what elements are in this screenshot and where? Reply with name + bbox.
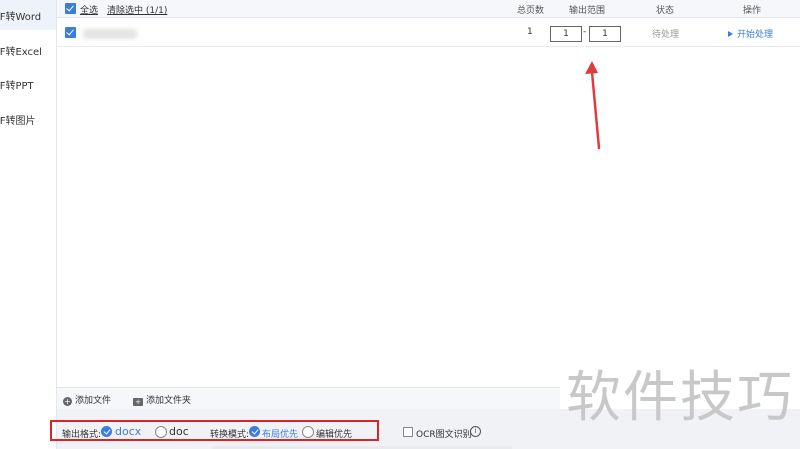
plus-circle-icon: +: [63, 397, 72, 406]
add-folder-button[interactable]: + 添加文件夹: [133, 393, 191, 406]
table-row[interactable]: 1 1 - 1 待处理 开始处理: [57, 18, 800, 47]
row-checkbox[interactable]: [65, 27, 76, 38]
file-list-header: 全选 清除选中 (1/1) 总页数 输出范围 状态 操作: [57, 0, 800, 18]
sidebar-item-pdf-to-word[interactable]: DF转Word: [0, 8, 41, 23]
status-text: 待处理: [652, 30, 680, 40]
ocr-checkbox[interactable]: [403, 427, 413, 437]
sidebar-item-pdf-to-excel[interactable]: DF转Excel: [0, 43, 42, 58]
sidebar-item-pdf-to-image[interactable]: DF转图片: [0, 112, 35, 127]
annotation-highlight-box: [50, 420, 379, 441]
start-process-label: 开始处理: [737, 30, 774, 40]
sidebar: DF转Word DF转Excel DF转PPT DF转图片: [0, 0, 57, 449]
sidebar-item-pdf-to-ppt[interactable]: DF转PPT: [0, 77, 34, 92]
info-icon[interactable]: i: [470, 426, 481, 437]
range-separator: -: [583, 27, 587, 37]
start-process-button[interactable]: 开始处理: [728, 27, 773, 40]
watermark-text: 软件技巧: [566, 365, 795, 429]
select-all-link[interactable]: 全选: [80, 3, 98, 16]
clear-selection-link[interactable]: 清除选中 (1/1): [107, 3, 167, 16]
add-files-bar: + 添加文件 + 添加文件夹: [57, 387, 560, 410]
file-name-blurred: [83, 29, 137, 39]
annotation-arrow-icon: [585, 61, 601, 150]
column-header-action: 操作: [743, 6, 762, 16]
play-icon: [728, 31, 733, 37]
folder-plus-icon: +: [133, 398, 143, 406]
select-all-checkbox[interactable]: [65, 3, 76, 14]
column-header-range: 输出范围: [569, 6, 606, 16]
column-header-status: 状态: [656, 6, 675, 16]
column-header-pages: 总页数: [517, 6, 545, 16]
add-file-label: 添加文件: [75, 396, 112, 406]
ocr-label[interactable]: OCR图文识别: [416, 427, 472, 440]
range-to-input[interactable]: 1: [589, 26, 621, 42]
range-from-input[interactable]: 1: [550, 26, 582, 42]
add-folder-label: 添加文件夹: [146, 396, 192, 406]
row-page-count: 1: [527, 27, 533, 37]
add-file-button[interactable]: + 添加文件: [63, 393, 111, 406]
